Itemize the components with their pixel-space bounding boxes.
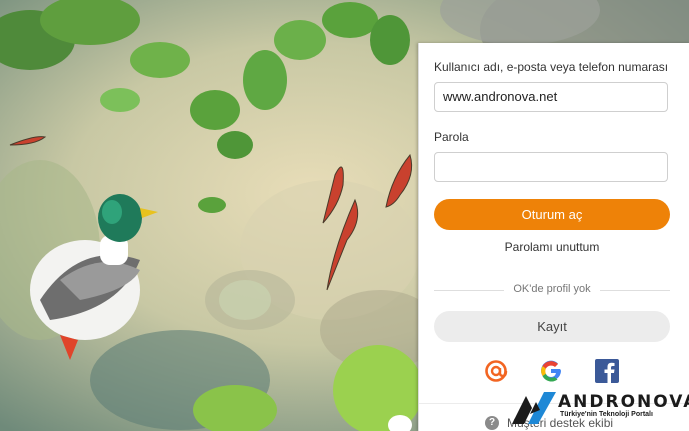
password-label: Parola	[434, 130, 469, 144]
watermark-brand: ANDRONOVA	[558, 392, 689, 412]
help-icon: ?	[485, 416, 499, 430]
google-icon[interactable]	[537, 357, 565, 385]
register-button[interactable]: Kayıt	[434, 311, 670, 342]
login-label: Kullanıcı adı, e-posta veya telefon numa…	[434, 60, 669, 74]
login-button[interactable]: Oturum aç	[434, 199, 670, 230]
login-input[interactable]: www.andronova.net	[434, 82, 668, 112]
andronova-logo-icon	[512, 392, 556, 424]
andronova-watermark: ANDRONOVA Türkiye'nin Teknoloji Portalı	[510, 390, 689, 426]
login-panel: Kullanıcı adı, e-posta veya telefon numa…	[418, 43, 689, 431]
no-profile-divider: OK'de profil yok	[434, 283, 670, 297]
password-input[interactable]	[434, 152, 668, 182]
forgot-password-link[interactable]: Parolamı unuttum	[434, 240, 670, 254]
divider-text: OK'de profil yok	[513, 283, 591, 295]
watermark-tagline: Türkiye'nin Teknoloji Portalı	[560, 411, 653, 418]
divider-line-right	[600, 290, 670, 291]
facebook-icon[interactable]	[593, 357, 621, 385]
mail-ru-at-icon[interactable]	[482, 357, 510, 385]
